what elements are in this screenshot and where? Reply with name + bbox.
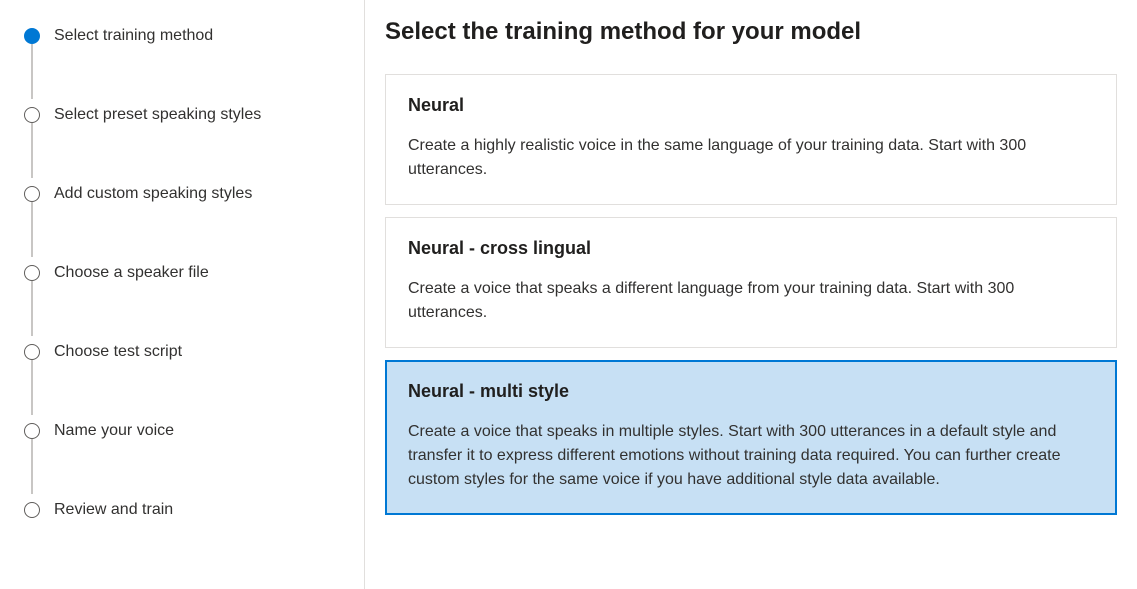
step-choose-speaker-file[interactable]: Choose a speaker file bbox=[24, 261, 344, 285]
page-title: Select the training method for your mode… bbox=[385, 18, 1117, 46]
step-label: Select training method bbox=[54, 27, 213, 45]
step-connector bbox=[31, 202, 33, 257]
step-label: Name your voice bbox=[54, 422, 174, 440]
option-description: Create a voice that speaks a different l… bbox=[408, 277, 1094, 325]
option-description: Create a voice that speaks in multiple s… bbox=[408, 420, 1094, 492]
step-label: Select preset speaking styles bbox=[54, 106, 261, 124]
step-name-your-voice[interactable]: Name your voice bbox=[24, 419, 344, 443]
step-label: Choose test script bbox=[54, 343, 182, 361]
step-connector bbox=[31, 439, 33, 494]
step-add-custom-speaking-styles[interactable]: Add custom speaking styles bbox=[24, 182, 344, 206]
wizard-steps-sidebar: Select training method Select preset spe… bbox=[0, 0, 365, 589]
option-neural[interactable]: Neural Create a highly realistic voice i… bbox=[385, 74, 1117, 205]
step-indicator-icon bbox=[24, 28, 40, 44]
option-description: Create a highly realistic voice in the s… bbox=[408, 134, 1094, 182]
option-neural-multi-style[interactable]: Neural - multi style Create a voice that… bbox=[385, 360, 1117, 515]
main-content: Select the training method for your mode… bbox=[365, 0, 1137, 589]
step-indicator-icon bbox=[24, 344, 40, 360]
step-label: Add custom speaking styles bbox=[54, 185, 252, 203]
step-label: Review and train bbox=[54, 501, 173, 519]
step-indicator-icon bbox=[24, 186, 40, 202]
step-select-preset-speaking-styles[interactable]: Select preset speaking styles bbox=[24, 103, 344, 127]
step-indicator-icon bbox=[24, 107, 40, 123]
step-list: Select training method Select preset spe… bbox=[24, 24, 344, 522]
step-select-training-method[interactable]: Select training method bbox=[24, 24, 344, 48]
step-indicator-icon bbox=[24, 265, 40, 281]
step-indicator-icon bbox=[24, 502, 40, 518]
step-label: Choose a speaker file bbox=[54, 264, 209, 282]
option-title: Neural bbox=[408, 95, 1094, 116]
option-title: Neural - multi style bbox=[408, 381, 1094, 402]
option-neural-cross-lingual[interactable]: Neural - cross lingual Create a voice th… bbox=[385, 217, 1117, 348]
option-title: Neural - cross lingual bbox=[408, 238, 1094, 259]
step-review-and-train[interactable]: Review and train bbox=[24, 498, 344, 522]
step-connector bbox=[31, 123, 33, 178]
step-connector bbox=[31, 281, 33, 336]
step-connector bbox=[31, 44, 33, 99]
step-indicator-icon bbox=[24, 423, 40, 439]
step-connector bbox=[31, 360, 33, 415]
step-choose-test-script[interactable]: Choose test script bbox=[24, 340, 344, 364]
